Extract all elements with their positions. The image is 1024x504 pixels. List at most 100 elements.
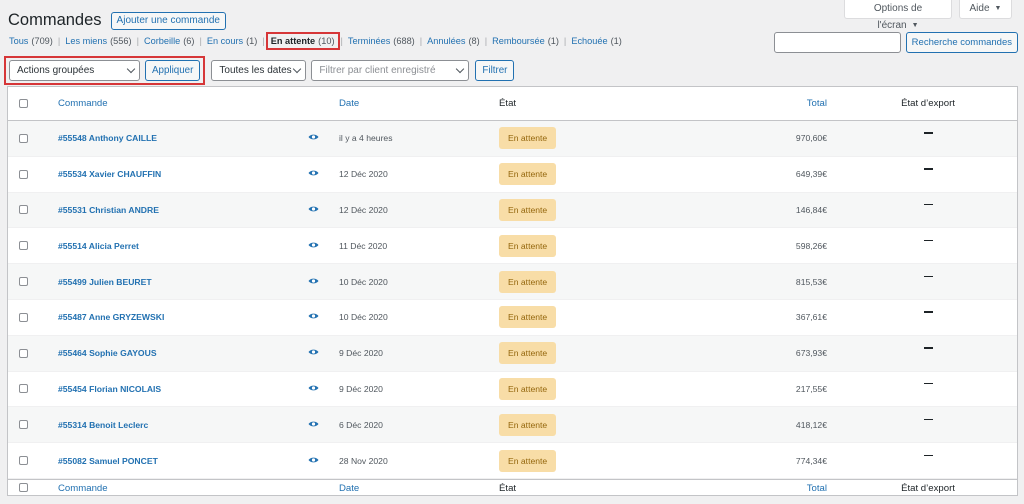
table-row[interactable]: #55531 Christian ANDRE 12 Déc 2020 En atte… xyxy=(8,192,1017,229)
preview-eye-icon[interactable] xyxy=(308,420,319,430)
search-input[interactable] xyxy=(773,32,901,53)
preview-eye-icon[interactable] xyxy=(308,241,319,251)
preview-eye-icon[interactable] xyxy=(308,133,319,143)
table-row[interactable]: #55514 Alicia Perret 11 Déc 2020 En attent… xyxy=(8,228,1017,265)
order-link[interactable]: #55464 Sophie GAYOUS xyxy=(58,348,157,358)
row-checkbox[interactable] xyxy=(19,348,28,358)
filter-link[interactable]: En cours (1) xyxy=(207,36,258,46)
order-total: 815,53€ xyxy=(795,276,827,287)
add-order-button[interactable]: Ajouter une commande xyxy=(110,11,226,30)
order-link[interactable]: #55514 Alicia Perret xyxy=(58,241,139,251)
preview-eye-icon[interactable] xyxy=(308,348,319,358)
table-row[interactable]: #55464 Sophie GAYOUS 9 Déc 2020 En attente… xyxy=(8,335,1017,372)
filter-label: Remboursée xyxy=(492,36,545,46)
filter-count: (8) xyxy=(468,36,480,46)
preview-eye-icon[interactable] xyxy=(308,384,319,394)
customer-filter-select[interactable]: Filtrer par client enregistré xyxy=(311,60,470,81)
status-badge: En attente xyxy=(499,306,557,329)
filter-link[interactable]: En attente (10) xyxy=(265,32,340,50)
search-orders-button[interactable]: Recherche commandes xyxy=(905,32,1018,53)
order-link[interactable]: #55531 Christian ANDRE xyxy=(58,205,159,215)
chevron-down-icon xyxy=(126,64,136,74)
preview-eye-icon[interactable] xyxy=(308,312,319,322)
preview-eye-icon[interactable] xyxy=(308,277,319,287)
order-link[interactable]: #55082 Samuel PONCET xyxy=(58,456,158,466)
export-state xyxy=(888,311,968,322)
export-state xyxy=(888,132,968,143)
row-checkbox[interactable] xyxy=(19,456,28,466)
order-date: 12 Déc 2020 xyxy=(339,204,388,215)
order-total: 598,26€ xyxy=(795,240,827,251)
filter-link[interactable]: Terminées (688) xyxy=(348,36,415,46)
filter-link[interactable]: Tous (709) xyxy=(9,36,53,46)
order-total: 774,34€ xyxy=(795,455,827,466)
filter-label: Les miens xyxy=(65,36,108,46)
filter-link[interactable]: Corbeille (6) xyxy=(144,36,195,46)
bulk-actions-value: Actions groupées xyxy=(17,65,95,76)
table-row[interactable]: #55499 Julien BEURET 10 Déc 2020 En attent… xyxy=(8,264,1017,300)
table-row[interactable]: #55548 Anthony CAILLE il y a 4 heures En a… xyxy=(8,121,1017,157)
column-order-header[interactable]: Commande xyxy=(58,98,108,109)
order-date: 11 Déc 2020 xyxy=(339,240,388,251)
order-total: 970,60€ xyxy=(795,133,827,144)
select-all-checkbox[interactable] xyxy=(19,99,28,108)
page-header: Commandes Ajouter une commande xyxy=(8,11,226,30)
export-state xyxy=(888,347,968,358)
order-link[interactable]: #55454 Florian NICOLAIS xyxy=(58,384,161,394)
select-all-checkbox-footer[interactable] xyxy=(19,482,28,492)
bulk-actions-select[interactable]: Actions groupées xyxy=(9,60,140,81)
row-checkbox[interactable] xyxy=(19,384,28,394)
order-state: En attente xyxy=(499,306,557,329)
order-link[interactable]: #55534 Xavier CHAUFFIN xyxy=(58,169,161,179)
filter-link[interactable]: Echouée (1) xyxy=(571,36,622,46)
order-state: En attente xyxy=(499,377,557,400)
filter-button[interactable]: Filtrer xyxy=(475,60,515,81)
help-button[interactable]: Aide ▼ xyxy=(959,0,1012,19)
row-checkbox[interactable] xyxy=(19,312,28,322)
filter-link[interactable]: Les miens (556) xyxy=(65,36,131,46)
row-checkbox[interactable] xyxy=(19,277,28,287)
order-date: 10 Déc 2020 xyxy=(339,276,388,287)
preview-eye-icon[interactable] xyxy=(308,456,319,466)
row-checkbox[interactable] xyxy=(19,241,28,251)
chevron-down-icon xyxy=(293,64,302,74)
table-row[interactable]: #55454 Florian NICOLAIS 9 Déc 2020 En atte… xyxy=(8,372,1017,408)
export-state xyxy=(888,454,968,466)
row-checkbox[interactable] xyxy=(19,169,28,179)
apply-button[interactable]: Appliquer xyxy=(145,60,201,81)
order-date: 12 Déc 2020 xyxy=(339,169,388,180)
filter-label: Corbeille xyxy=(143,36,181,46)
status-filters: Tous (709) | Les miens (556) | Corbeille (6) | En… xyxy=(9,32,622,50)
order-link[interactable]: #55314 Benoit Leclerc xyxy=(58,420,148,430)
table-row[interactable]: #55082 Samuel PONCET 28 Nov 2020 En attent… xyxy=(8,443,1017,479)
help-label: Aide xyxy=(969,3,990,14)
screen-options-button[interactable]: Options de l'écran ▼ xyxy=(844,0,952,31)
table-row[interactable]: #55487 Anne GRYZEWSKI 10 Déc 2020 En atten… xyxy=(8,300,1017,336)
order-link[interactable]: #55499 Julien BEURET xyxy=(58,277,152,287)
column-total-footer[interactable]: Total xyxy=(728,483,827,494)
filter-link[interactable]: Annulées (8) xyxy=(427,36,480,46)
row-checkbox[interactable] xyxy=(19,133,28,143)
preview-eye-icon[interactable] xyxy=(308,169,319,179)
table-row[interactable]: #55314 Benoit Leclerc 6 Déc 2020 En attent… xyxy=(8,407,1017,444)
dates-select[interactable]: Toutes les dates xyxy=(211,60,307,81)
filter-separator: | xyxy=(262,36,265,46)
column-date-header[interactable]: Date xyxy=(339,98,359,109)
order-link[interactable]: #55487 Anne GRYZEWSKI xyxy=(58,312,164,322)
order-state: En attente xyxy=(499,270,557,293)
column-total-header[interactable]: Total xyxy=(728,98,827,109)
preview-eye-icon[interactable] xyxy=(308,205,319,215)
filter-link[interactable]: Remboursée (1) xyxy=(492,36,559,46)
row-checkbox[interactable] xyxy=(19,205,28,215)
filter-separator: | xyxy=(419,36,423,46)
order-link[interactable]: #55548 Anthony CAILLE xyxy=(58,133,157,143)
column-order-footer[interactable]: Commande xyxy=(58,483,108,494)
order-total: 146,84€ xyxy=(795,204,827,215)
column-date-footer[interactable]: Date xyxy=(339,483,359,494)
order-state: En attente xyxy=(499,342,557,365)
table-row[interactable]: #55534 Xavier CHAUFFIN 12 Déc 2020 En atte… xyxy=(8,157,1017,193)
screen-meta: Options de l'écran ▼ Aide ▼ xyxy=(844,0,1012,31)
row-checkbox[interactable] xyxy=(19,420,28,430)
filter-label: En cours xyxy=(206,36,244,46)
order-date: 28 Nov 2020 xyxy=(339,455,388,466)
